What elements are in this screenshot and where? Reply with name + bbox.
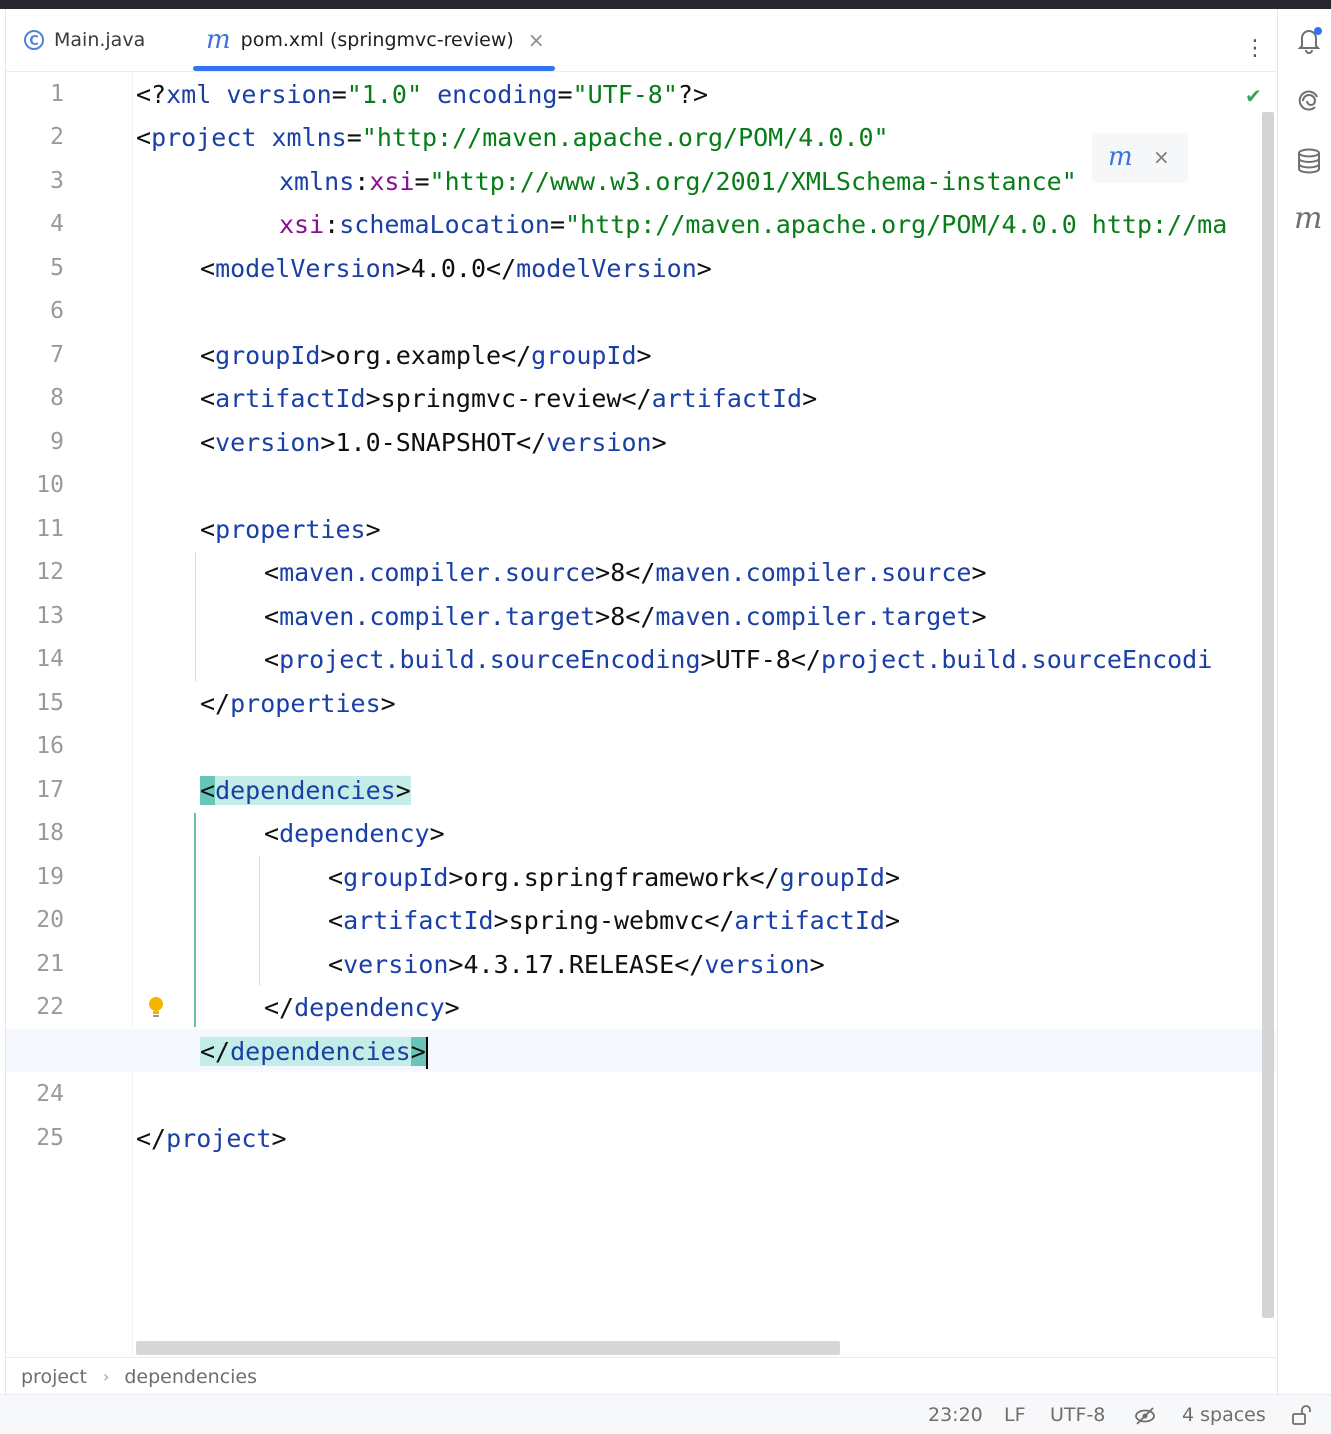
code-line-3: xmlns:xsi="http://www.w3.org/2001/XMLSch… [279,167,1077,196]
line-number-gutter: 1 2 3 4 5 6 7 8 9 10 11 12 13 14 15 16 1… [6,72,133,1357]
breadcrumb-item-dependencies[interactable]: dependencies [124,1366,257,1388]
code-line-20: <artifactId>spring-webmvc</artifactId> [328,906,900,935]
right-tool-window-bar: m [1277,9,1331,1394]
file-encoding[interactable]: UTF-8 [1050,1404,1105,1426]
line-number: 20 [36,907,64,933]
line-number: 9 [50,429,64,455]
code-line-12: <maven.compiler.source>8</maven.compiler… [264,558,987,587]
line-number: 4 [50,211,64,237]
code-line-9: <version>1.0-SNAPSHOT</version> [200,428,667,457]
horizontal-scrollbar[interactable] [136,1341,840,1355]
line-number: 2 [50,124,64,150]
line-number: 6 [50,298,64,324]
line-number: 8 [50,385,64,411]
active-tab-indicator [193,66,555,71]
line-separator[interactable]: LF [1004,1404,1026,1426]
status-bar: 23:20 LF UTF-8 4 spaces [0,1394,1331,1434]
breadcrumb-item-project[interactable]: project [21,1366,87,1388]
line-number: 21 [36,951,64,977]
line-number: 17 [36,777,64,803]
line-number: 5 [50,255,64,281]
breadcrumb-separator: › [102,1367,110,1386]
caret-position[interactable]: 23:20 [928,1404,983,1426]
code-line-4: xsi:schemaLocation="http://maven.apache.… [279,210,1228,239]
indent-guide [195,552,196,682]
editor-tab-bar: C Main.java m pom.xml (springmvc-review)… [6,9,1276,72]
unlock-icon[interactable] [1290,1404,1312,1426]
class-icon: C [24,30,44,50]
code-line-15: </properties> [200,689,396,718]
maven-icon[interactable]: m [1294,204,1322,237]
code-line-5: <modelVersion>4.0.0</modelVersion> [200,254,712,283]
line-number: 3 [50,168,64,194]
line-number: 13 [36,603,64,629]
text-caret [425,1037,428,1069]
code-line-14: <project.build.sourceEncoding>UTF-8</pro… [264,645,1213,674]
close-icon[interactable]: × [1153,145,1170,169]
line-number: 19 [36,864,64,890]
maven-icon: m [206,25,231,55]
code-line-11: <properties> [200,515,381,544]
line-number: 14 [36,646,64,672]
close-icon[interactable]: × [528,28,545,52]
line-number: 16 [36,733,64,759]
line-number: 12 [36,559,64,585]
code-line-8: <artifactId>springmvc-review</artifactId… [200,384,818,413]
line-number: 7 [50,342,64,368]
tab-main-java[interactable]: C Main.java [24,9,145,71]
code-line-7: <groupId>org.example</groupId> [200,341,652,370]
code-line-23: </dependencies> [200,1030,428,1073]
breadcrumb: project › dependencies [6,1357,1276,1395]
code-line-19: <groupId>org.springframework</groupId> [328,863,900,892]
more-options-icon[interactable]: ⋮ [1244,38,1266,60]
notifications-icon[interactable] [1295,26,1323,54]
indent-guide-active [194,813,196,1027]
code-editor[interactable]: <?xml version="1.0" encoding="UTF-8"?> <… [136,72,1276,1357]
code-line-13: <maven.compiler.target>8</maven.compiler… [264,602,987,631]
database-icon[interactable] [1295,147,1323,175]
vertical-scrollbar[interactable] [1262,112,1274,1318]
code-line-1: <?xml version="1.0" encoding="UTF-8"?> [136,80,709,109]
line-number: 10 [36,472,64,498]
tab-label: Main.java [54,29,146,51]
indent-guide [259,856,260,986]
code-line-18: <dependency> [264,819,445,848]
window-top-bar [0,0,1331,9]
line-number: 24 [36,1081,64,1107]
tab-pom-xml[interactable]: m pom.xml (springmvc-review) × [206,9,545,71]
code-line-2: <project xmlns="http://maven.apache.org/… [136,123,889,152]
indent-setting[interactable]: 4 spaces [1182,1404,1266,1426]
line-number: 25 [36,1125,64,1151]
line-number: 15 [36,690,64,716]
maven-reload-icon[interactable]: m [1108,144,1133,170]
line-number: 11 [36,516,64,542]
line-number: 1 [50,81,64,107]
line-number: 22 [36,994,64,1020]
highlighting-level-icon[interactable] [1134,1405,1156,1427]
ai-assistant-icon[interactable] [1295,87,1323,115]
line-number: 18 [36,820,64,846]
code-line-25: </project> [136,1124,287,1153]
code-line-22: </dependency> [264,993,460,1022]
tab-label: pom.xml (springmvc-review) [240,29,514,51]
code-line-17: <dependencies> [200,776,411,805]
code-line-21: <version>4.3.17.RELEASE</version> [328,950,825,979]
maven-reload-popup: m × [1092,133,1188,183]
no-problems-check-icon[interactable]: ✔ [1245,84,1262,108]
